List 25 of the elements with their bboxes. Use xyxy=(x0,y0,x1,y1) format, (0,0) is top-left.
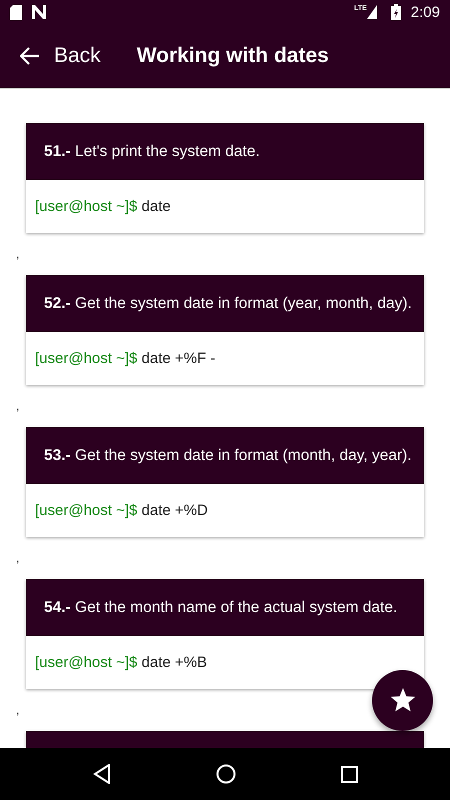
notification-icon xyxy=(32,5,46,19)
command-line: [user@host ~]$ date xyxy=(35,198,171,215)
back-arrow-icon xyxy=(20,47,40,65)
exercise-title: 52.- Get the system date in format (year, month, day). xyxy=(44,294,412,312)
back-nav-icon[interactable] xyxy=(92,764,110,784)
favorite-button[interactable] xyxy=(372,670,433,731)
separator-text: , xyxy=(16,247,20,261)
exercise-title: 53.- Get the system date in format (month, day, year). xyxy=(44,446,412,464)
command-line: [user@host ~]$ date +%B xyxy=(35,654,208,671)
sd-card-icon xyxy=(10,4,22,20)
separator-text: , xyxy=(16,551,20,565)
back-button[interactable]: Back xyxy=(0,44,101,68)
clock: 2:09 xyxy=(410,4,440,20)
battery-icon xyxy=(390,4,401,20)
command-line: [user@host ~]$ date +%F - xyxy=(35,350,216,367)
home-nav-icon[interactable] xyxy=(216,764,236,784)
command-line: [user@host ~]$ date +%D xyxy=(35,502,208,519)
recents-nav-icon[interactable] xyxy=(340,766,358,782)
separator-text: , xyxy=(16,703,20,717)
star-icon xyxy=(390,688,416,713)
separator-text: , xyxy=(16,399,20,413)
screen-title: Working with dates xyxy=(136,44,329,68)
exercise-title: 51.- Let's print the system date. xyxy=(44,142,260,160)
exercise-title: 54.- Get the month name of the actual system date. xyxy=(44,598,398,616)
signal-icon xyxy=(366,5,377,19)
